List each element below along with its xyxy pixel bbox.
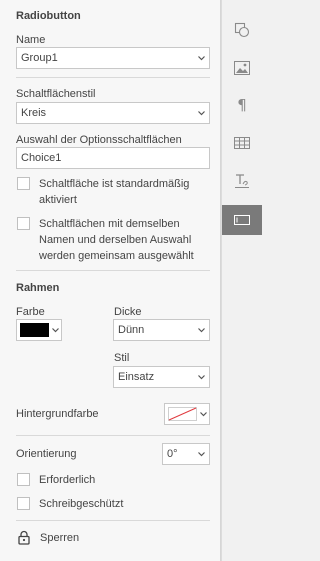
right-toolbar: ¶ bbox=[221, 0, 262, 561]
form-settings-button[interactable] bbox=[222, 205, 262, 235]
button-style-select[interactable]: Kreis bbox=[16, 102, 210, 124]
style-label: Schaltflächenstil bbox=[16, 88, 96, 100]
background-label: Hintergrundfarbe bbox=[16, 408, 99, 420]
chevron-down-icon bbox=[198, 375, 205, 380]
frame-style-value: Einsatz bbox=[118, 371, 155, 383]
choice-input[interactable]: Choice1 bbox=[16, 147, 210, 169]
section-title: Radiobutton bbox=[16, 10, 81, 22]
default-checked-checkbox[interactable] bbox=[17, 177, 30, 190]
same-name-checkbox[interactable] bbox=[17, 217, 30, 230]
chevron-down-icon bbox=[198, 56, 205, 61]
required-checkbox[interactable] bbox=[17, 473, 30, 486]
paragraph-settings-icon: ¶ bbox=[237, 96, 247, 114]
shape-settings-button[interactable] bbox=[222, 15, 262, 45]
thickness-value: Dünn bbox=[118, 324, 145, 336]
readonly-label: Schreibgeschützt bbox=[39, 498, 124, 510]
name-label: Name bbox=[16, 34, 46, 46]
button-style-value: Kreis bbox=[21, 107, 47, 119]
lock-button[interactable]: Sperren bbox=[18, 530, 98, 546]
chevron-down-icon bbox=[52, 328, 59, 333]
image-settings-button[interactable] bbox=[222, 53, 262, 83]
required-label: Erforderlich bbox=[39, 474, 96, 486]
orientation-label: Orientierung bbox=[16, 448, 77, 460]
default-checked-label: Schaltfläche ist standardmäßig aktiviert bbox=[39, 178, 190, 206]
divider bbox=[16, 270, 210, 271]
frame-color-picker[interactable] bbox=[16, 319, 62, 341]
no-color-swatch bbox=[168, 407, 197, 421]
thickness-select[interactable]: Dünn bbox=[113, 319, 210, 341]
orientation-select[interactable]: 0° bbox=[162, 443, 210, 465]
chevron-down-icon bbox=[198, 452, 205, 457]
choice-value: Choice1 bbox=[21, 152, 62, 164]
shape-settings-icon bbox=[234, 22, 250, 38]
lock-label: Sperren bbox=[40, 532, 80, 544]
table-settings-button[interactable] bbox=[222, 128, 262, 158]
color-swatch bbox=[20, 323, 49, 337]
divider bbox=[16, 520, 210, 521]
readonly-checkbox[interactable] bbox=[17, 497, 30, 510]
frame-title: Rahmen bbox=[16, 282, 60, 294]
chevron-down-icon bbox=[198, 328, 205, 333]
settings-panel: Radiobutton Name Group1 Schaltflächensti… bbox=[0, 0, 221, 561]
chevron-down-icon bbox=[200, 412, 207, 417]
image-settings-icon bbox=[234, 61, 250, 75]
chevron-down-icon bbox=[198, 111, 205, 116]
same-name-label: Schaltflächen mit demselben Namen und de… bbox=[39, 218, 194, 262]
textart-settings-button[interactable] bbox=[222, 166, 262, 196]
frame-style-select[interactable]: Einsatz bbox=[113, 366, 210, 388]
name-value: Group1 bbox=[21, 52, 58, 64]
orientation-value: 0° bbox=[167, 448, 178, 460]
lock-icon bbox=[18, 530, 30, 545]
choice-label: Auswahl der Optionsschaltflächen bbox=[16, 134, 182, 146]
paragraph-settings-button[interactable]: ¶ bbox=[222, 90, 262, 120]
name-select[interactable]: Group1 bbox=[16, 47, 210, 69]
divider bbox=[16, 77, 210, 78]
form-settings-icon bbox=[234, 215, 250, 225]
thickness-label: Dicke bbox=[114, 306, 142, 318]
frame-style-label: Stil bbox=[114, 352, 130, 364]
textart-settings-icon bbox=[235, 174, 249, 188]
divider bbox=[16, 435, 210, 436]
background-color-picker[interactable] bbox=[164, 403, 210, 425]
frame-color-label: Farbe bbox=[16, 306, 45, 318]
table-settings-icon bbox=[234, 137, 250, 149]
